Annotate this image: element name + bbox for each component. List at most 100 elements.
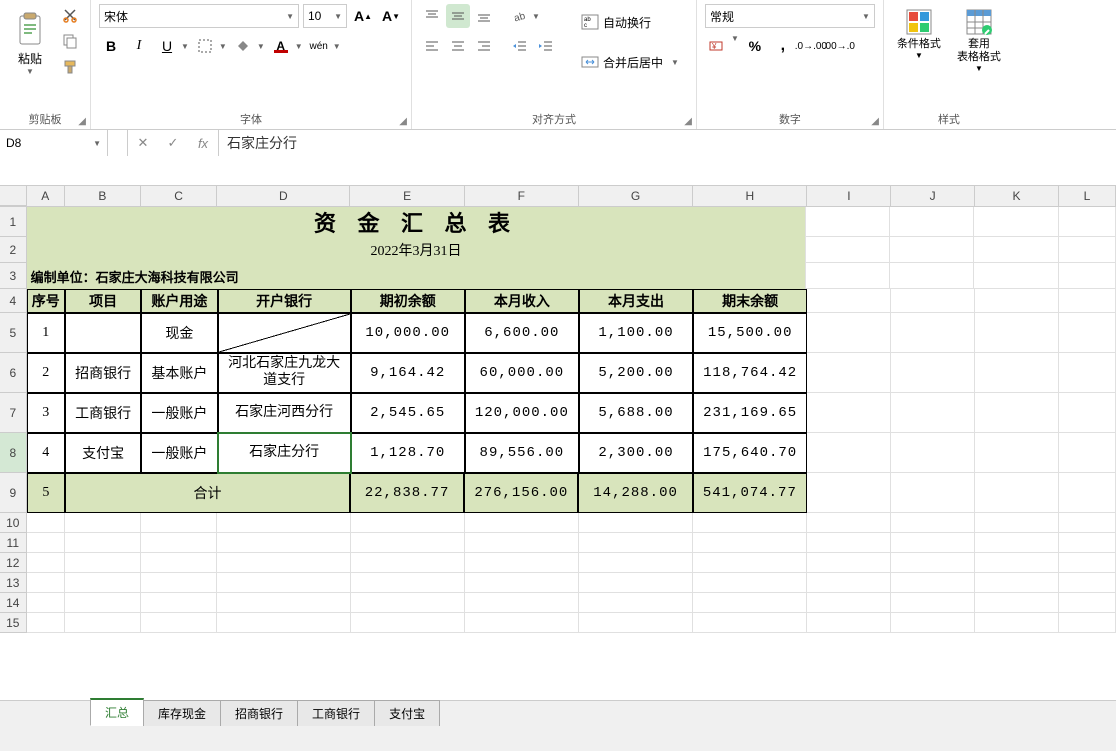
align-center-button[interactable] [446,34,470,58]
table-cell[interactable]: 231,169.65 [693,393,807,433]
table-cell[interactable]: 22,838.77 [350,473,464,513]
cell[interactable] [351,513,465,533]
cancel-button[interactable]: ✕ [128,130,158,156]
table-cell[interactable] [218,313,351,353]
table-cell[interactable]: 1 [27,313,65,353]
cell[interactable] [27,553,65,573]
dialog-launcher-icon[interactable]: ◢ [684,116,692,127]
cell[interactable] [974,237,1058,263]
cell[interactable] [693,553,807,573]
cell[interactable] [807,513,891,533]
sum-label[interactable]: 合计 [65,473,350,513]
cell[interactable] [975,353,1059,393]
cell[interactable] [65,593,141,613]
row-header[interactable]: 8 [0,433,27,473]
cell[interactable] [141,593,217,613]
table-cell[interactable]: 6,600.00 [465,313,579,353]
cell[interactable] [217,613,350,633]
table-cell[interactable]: 2,300.00 [579,433,693,473]
cell[interactable] [579,573,693,593]
cell[interactable] [217,513,350,533]
align-top-button[interactable] [420,4,444,28]
cell[interactable] [351,553,465,573]
table-cell[interactable]: 175,640.70 [693,433,807,473]
name-box[interactable]: D8▼ [0,130,108,156]
cell[interactable] [975,289,1059,313]
cell[interactable] [975,393,1059,433]
column-header[interactable]: L [1059,186,1116,206]
cell[interactable] [1059,237,1116,263]
table-header[interactable]: 账户用途 [141,289,217,313]
cell[interactable] [693,573,807,593]
table-cell[interactable]: 5 [27,473,65,513]
pinyin-button[interactable]: wén [307,34,331,58]
orientation-button[interactable]: ab [508,4,532,28]
row-header[interactable]: 13 [0,573,27,593]
dialog-launcher-icon[interactable]: ◢ [399,116,407,127]
cell[interactable] [1059,289,1116,313]
cell[interactable] [807,433,891,473]
table-cell[interactable]: 118,764.42 [693,353,807,393]
cell[interactable] [807,353,891,393]
table-cell[interactable]: 石家庄河西分行 [218,393,351,433]
table-cell[interactable]: 14,288.00 [578,473,692,513]
table-cell[interactable]: 2,545.65 [351,393,465,433]
table-cell[interactable]: 招商银行 [65,353,141,393]
cell[interactable] [891,613,975,633]
cell[interactable] [891,573,975,593]
table-header[interactable]: 本月支出 [579,289,693,313]
cell[interactable] [1059,207,1116,237]
cell[interactable] [1059,393,1116,433]
copy-button[interactable] [58,30,82,52]
cell[interactable] [65,533,141,553]
table-header[interactable]: 期初余额 [351,289,465,313]
sheet-tab[interactable]: 库存现金 [143,700,221,726]
format-as-table-button[interactable]: 套用 表格格式▼ [952,4,1006,77]
cell[interactable] [807,393,891,433]
cell[interactable] [891,313,975,353]
border-button[interactable] [193,34,217,58]
decrease-font-button[interactable]: A▼ [379,4,403,28]
row-header[interactable]: 9 [0,473,27,513]
cell[interactable] [465,613,579,633]
cell[interactable] [975,513,1059,533]
cell[interactable] [217,533,350,553]
column-header[interactable]: E [350,186,464,206]
cell[interactable] [465,533,579,553]
cell[interactable] [217,573,350,593]
comma-button[interactable]: , [771,34,795,58]
cell[interactable] [807,573,891,593]
cell[interactable] [807,289,891,313]
cell[interactable] [65,573,141,593]
row-header[interactable]: 6 [0,353,27,393]
cell[interactable] [975,473,1059,513]
dialog-launcher-icon[interactable]: ◢ [78,116,86,127]
percent-button[interactable]: % [743,34,767,58]
cell[interactable] [806,207,890,237]
sheet-tab[interactable]: 招商银行 [220,700,298,726]
cell[interactable] [807,593,891,613]
cell[interactable] [806,263,890,289]
format-painter-button[interactable] [58,56,82,78]
table-header[interactable]: 本月收入 [465,289,579,313]
table-header[interactable]: 期末余额 [693,289,807,313]
cell[interactable] [891,553,975,573]
cell[interactable] [891,593,975,613]
align-right-button[interactable] [472,34,496,58]
cell[interactable] [465,553,579,573]
table-cell[interactable] [65,313,141,353]
cell[interactable] [975,313,1059,353]
cell[interactable] [27,613,65,633]
conditional-format-button[interactable]: 条件格式▼ [892,4,946,64]
bold-button[interactable]: B [99,34,123,58]
column-header[interactable]: C [141,186,217,206]
title-cell[interactable]: 资 金 汇 总 表 [27,207,807,237]
cell[interactable] [351,613,465,633]
cell[interactable] [891,533,975,553]
table-cell[interactable]: 支付宝 [65,433,141,473]
column-header[interactable]: H [693,186,807,206]
cell[interactable] [807,533,891,553]
cell[interactable] [65,513,141,533]
table-header[interactable]: 开户银行 [218,289,351,313]
cell[interactable] [1059,613,1116,633]
